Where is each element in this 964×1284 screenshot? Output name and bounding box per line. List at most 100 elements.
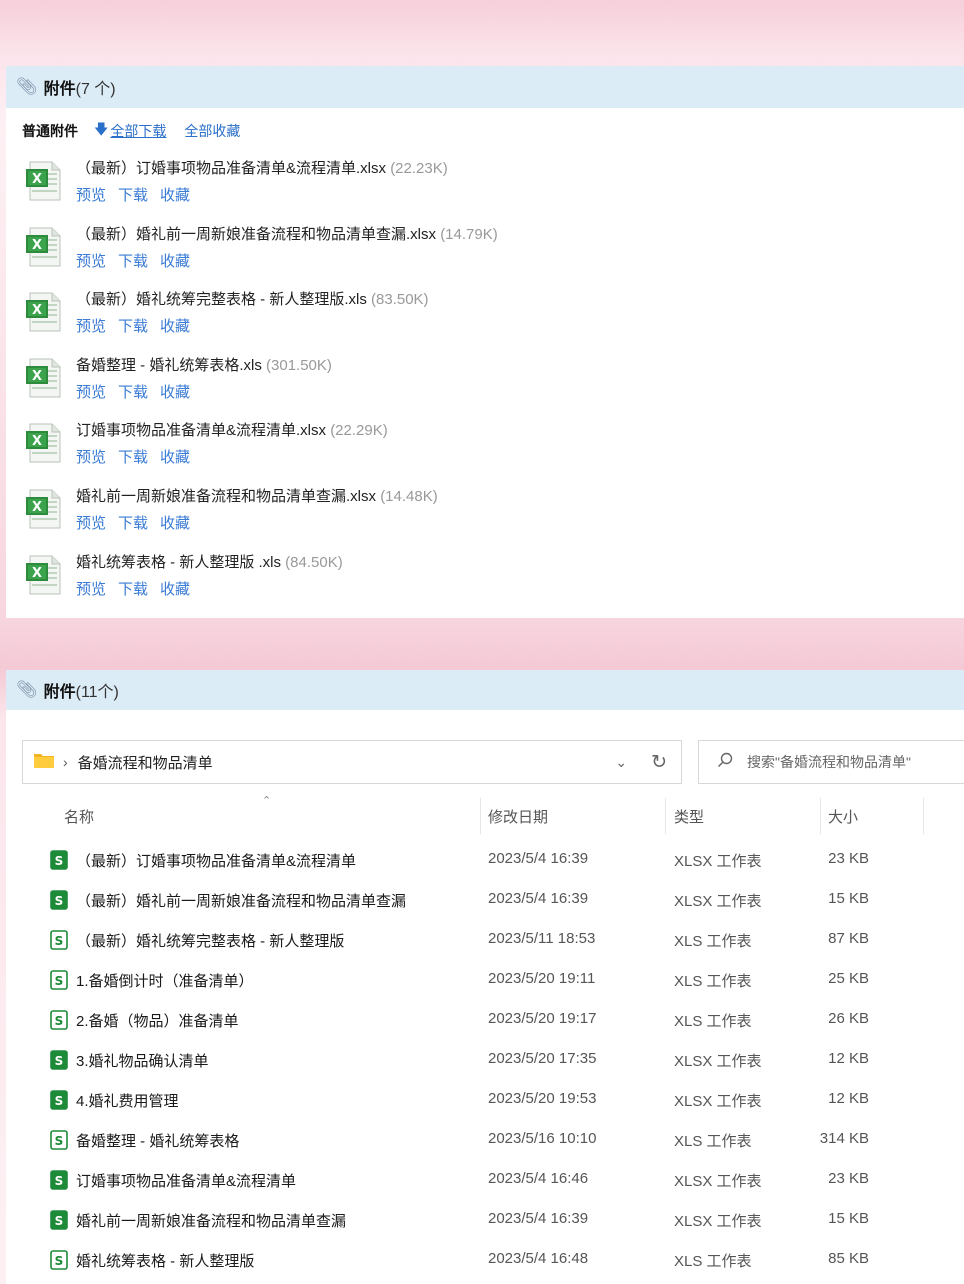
attachment-name[interactable]: （最新）订婚事项物品准备清单&流程清单.xlsx <box>76 160 386 177</box>
chevron-right-icon: › <box>63 754 68 770</box>
file-row[interactable]: S 3.婚礼物品确认清单 2023/5/20 17:35 XLSX 工作表 12 KB <box>6 1040 964 1080</box>
search-placeholder: 搜索"备婚流程和物品清单" <box>747 754 911 770</box>
column-divider[interactable] <box>480 798 481 834</box>
attachment-name[interactable]: 婚礼前一周新娘准备流程和物品清单查漏.xlsx <box>76 488 376 505</box>
column-size[interactable]: 大小 <box>828 806 858 827</box>
attachment-name[interactable]: 订婚事项物品准备清单&流程清单.xlsx <box>76 422 326 439</box>
current-path[interactable]: 备婚流程和物品清单 <box>78 752 616 773</box>
address-bar[interactable]: › 备婚流程和物品清单 ⌄ ↻ <box>22 740 682 784</box>
file-name[interactable]: （最新）婚礼前一周新娘准备流程和物品清单查漏 <box>76 890 406 911</box>
preview-link[interactable]: 预览 <box>76 318 106 335</box>
search-box[interactable]: 搜索"备婚流程和物品清单" <box>698 740 964 784</box>
file-type: XLS 工作表 <box>674 933 752 950</box>
attachment-size: (22.23K) <box>390 160 448 177</box>
download-link[interactable]: 下载 <box>118 449 148 466</box>
column-type[interactable]: 类型 <box>674 806 704 827</box>
file-type: XLSX 工作表 <box>674 893 762 910</box>
preview-link[interactable]: 预览 <box>76 515 106 532</box>
file-row[interactable]: S 2.备婚（物品）准备清单 2023/5/20 19:17 XLS 工作表 26 KB <box>6 1000 964 1040</box>
excel-file-icon: X <box>24 357 64 404</box>
file-name[interactable]: 1.备婚倒计时（准备清单） <box>76 970 254 991</box>
column-date[interactable]: 修改日期 <box>488 806 548 827</box>
file-row[interactable]: S 4.婚礼费用管理 2023/5/20 19:53 XLSX 工作表 12 KB <box>6 1080 964 1120</box>
attachment-size: (83.50K) <box>371 291 429 309</box>
file-size: 85 KB <box>828 1250 869 1267</box>
collect-link[interactable]: 收藏 <box>160 318 190 335</box>
file-size: 25 KB <box>828 970 869 987</box>
file-name[interactable]: 2.备婚（物品）准备清单 <box>76 1010 239 1031</box>
download-link[interactable]: 下载 <box>118 581 148 598</box>
file-row[interactable]: S （最新）婚礼统筹完整表格 - 新人整理版 2023/5/11 18:53 XLS … <box>6 920 964 960</box>
column-divider[interactable] <box>820 798 821 834</box>
file-name[interactable]: 4.婚礼费用管理 <box>76 1090 179 1111</box>
download-link[interactable]: 下载 <box>118 187 148 204</box>
preview-link[interactable]: 预览 <box>76 253 106 270</box>
collect-link[interactable]: 收藏 <box>160 515 190 532</box>
file-row[interactable]: S 备婚整理 - 婚礼统筹表格 2023/5/16 10:10 XLS 工作表 314 … <box>6 1120 964 1160</box>
file-row[interactable]: S 订婚事项物品准备清单&流程清单 2023/5/4 16:46 XLSX 工作表 23… <box>6 1160 964 1200</box>
excel-file-icon: X <box>24 554 64 601</box>
download-arrow-icon: 🡇 <box>94 121 109 137</box>
file-date: 2023/5/20 19:11 <box>488 970 596 987</box>
file-type: XLSX 工作表 <box>674 1053 762 1070</box>
svg-text:S: S <box>55 1134 64 1148</box>
attachment-actions: 预览 下载 收藏 <box>76 446 964 467</box>
column-divider[interactable] <box>665 798 666 834</box>
file-row[interactable]: S 1.备婚倒计时（准备清单） 2023/5/20 19:11 XLS 工作表 25 K… <box>6 960 964 1000</box>
column-name[interactable]: 名称 <box>64 806 94 827</box>
collect-link[interactable]: 收藏 <box>160 384 190 401</box>
spreadsheet-file-icon: S <box>50 1130 68 1155</box>
attachment-name[interactable]: （最新）婚礼前一周新娘准备流程和物品清单查漏.xlsx <box>76 226 436 243</box>
svg-text:S: S <box>55 934 64 948</box>
collect-link[interactable]: 收藏 <box>160 449 190 466</box>
attachment-name[interactable]: 婚礼统筹表格 - 新人整理版 .xls <box>76 554 281 571</box>
attachment-actions: 预览 下载 收藏 <box>76 512 964 533</box>
file-row[interactable]: S 婚礼前一周新娘准备流程和物品清单查漏 2023/5/4 16:39 XLSX 工作… <box>6 1200 964 1240</box>
file-type: XLSX 工作表 <box>674 1173 762 1190</box>
attachment-name[interactable]: （最新）婚礼统筹完整表格 - 新人整理版.xls <box>76 291 367 308</box>
attachments-toolbar: 普通附件 🡇 全部下载 全部收藏 <box>6 112 964 150</box>
file-name[interactable]: （最新）订婚事项物品准备清单&流程清单 <box>76 850 356 871</box>
file-size: 12 KB <box>828 1050 869 1067</box>
spreadsheet-file-icon: S <box>50 1250 68 1275</box>
preview-link[interactable]: 预览 <box>76 187 106 204</box>
svg-text:S: S <box>55 1094 64 1108</box>
file-date: 2023/5/4 16:39 <box>488 890 589 907</box>
file-size: 26 KB <box>828 1010 869 1027</box>
file-name[interactable]: 订婚事项物品准备清单&流程清单 <box>76 1170 296 1191</box>
download-link[interactable]: 下载 <box>118 318 148 335</box>
collect-link[interactable]: 收藏 <box>160 187 190 204</box>
preview-link[interactable]: 预览 <box>76 449 106 466</box>
collect-all-link[interactable]: 全部收藏 <box>184 121 240 141</box>
attachment-item: X 婚礼前一周新娘准备流程和物品清单查漏.xlsx (14.48K) 预览 下载 收藏 <box>6 478 964 544</box>
refresh-icon[interactable]: ↻ <box>651 751 667 774</box>
attachment-name[interactable]: 备婚整理 - 婚礼统筹表格.xls <box>76 357 262 374</box>
preview-link[interactable]: 预览 <box>76 384 106 401</box>
chevron-down-icon[interactable]: ⌄ <box>615 754 627 771</box>
file-name[interactable]: （最新）婚礼统筹完整表格 - 新人整理版 <box>76 930 344 951</box>
file-row[interactable]: S 婚礼统筹表格 - 新人整理版 2023/5/4 16:48 XLS 工作表 85 K… <box>6 1240 964 1280</box>
download-link[interactable]: 下载 <box>118 384 148 401</box>
preview-link[interactable]: 预览 <box>76 581 106 598</box>
column-divider[interactable] <box>923 798 924 834</box>
file-type: XLS 工作表 <box>674 1253 752 1270</box>
file-name[interactable]: 婚礼统筹表格 - 新人整理版 <box>76 1250 254 1271</box>
attachment-item: X 订婚事项物品准备清单&流程清单.xlsx (22.29K) 预览 下载 收藏 <box>6 412 964 478</box>
attachment-item: X （最新）婚礼统筹完整表格 - 新人整理版.xls (83.50K) 预览 下载 收藏 <box>6 281 964 347</box>
collect-link[interactable]: 收藏 <box>160 581 190 598</box>
download-link[interactable]: 下载 <box>118 253 148 270</box>
download-link[interactable]: 下载 <box>118 515 148 532</box>
file-date: 2023/5/4 16:39 <box>488 850 589 867</box>
collect-link[interactable]: 收藏 <box>160 253 190 270</box>
file-name[interactable]: 3.婚礼物品确认清单 <box>76 1050 209 1071</box>
svg-text:X: X <box>32 238 42 253</box>
svg-text:X: X <box>32 369 42 384</box>
file-row[interactable]: S （最新）订婚事项物品准备清单&流程清单 2023/5/4 16:39 XLSX 工… <box>6 840 964 880</box>
attachment-actions: 预览 下载 收藏 <box>76 250 964 271</box>
file-explorer-panel: 📎︎ 附件 (11个) › 备婚流程和物品清单 ⌄ ↻ 搜索"备婚流程和物品清单… <box>6 670 964 1284</box>
download-all-link[interactable]: 全部下载 <box>110 121 166 141</box>
excel-file-icon: X <box>24 488 64 535</box>
file-row[interactable]: S （最新）婚礼前一周新娘准备流程和物品清单查漏 2023/5/4 16:39 XLS… <box>6 880 964 920</box>
file-name[interactable]: 婚礼前一周新娘准备流程和物品清单查漏 <box>76 1210 346 1231</box>
file-name[interactable]: 备婚整理 - 婚礼统筹表格 <box>76 1130 239 1151</box>
